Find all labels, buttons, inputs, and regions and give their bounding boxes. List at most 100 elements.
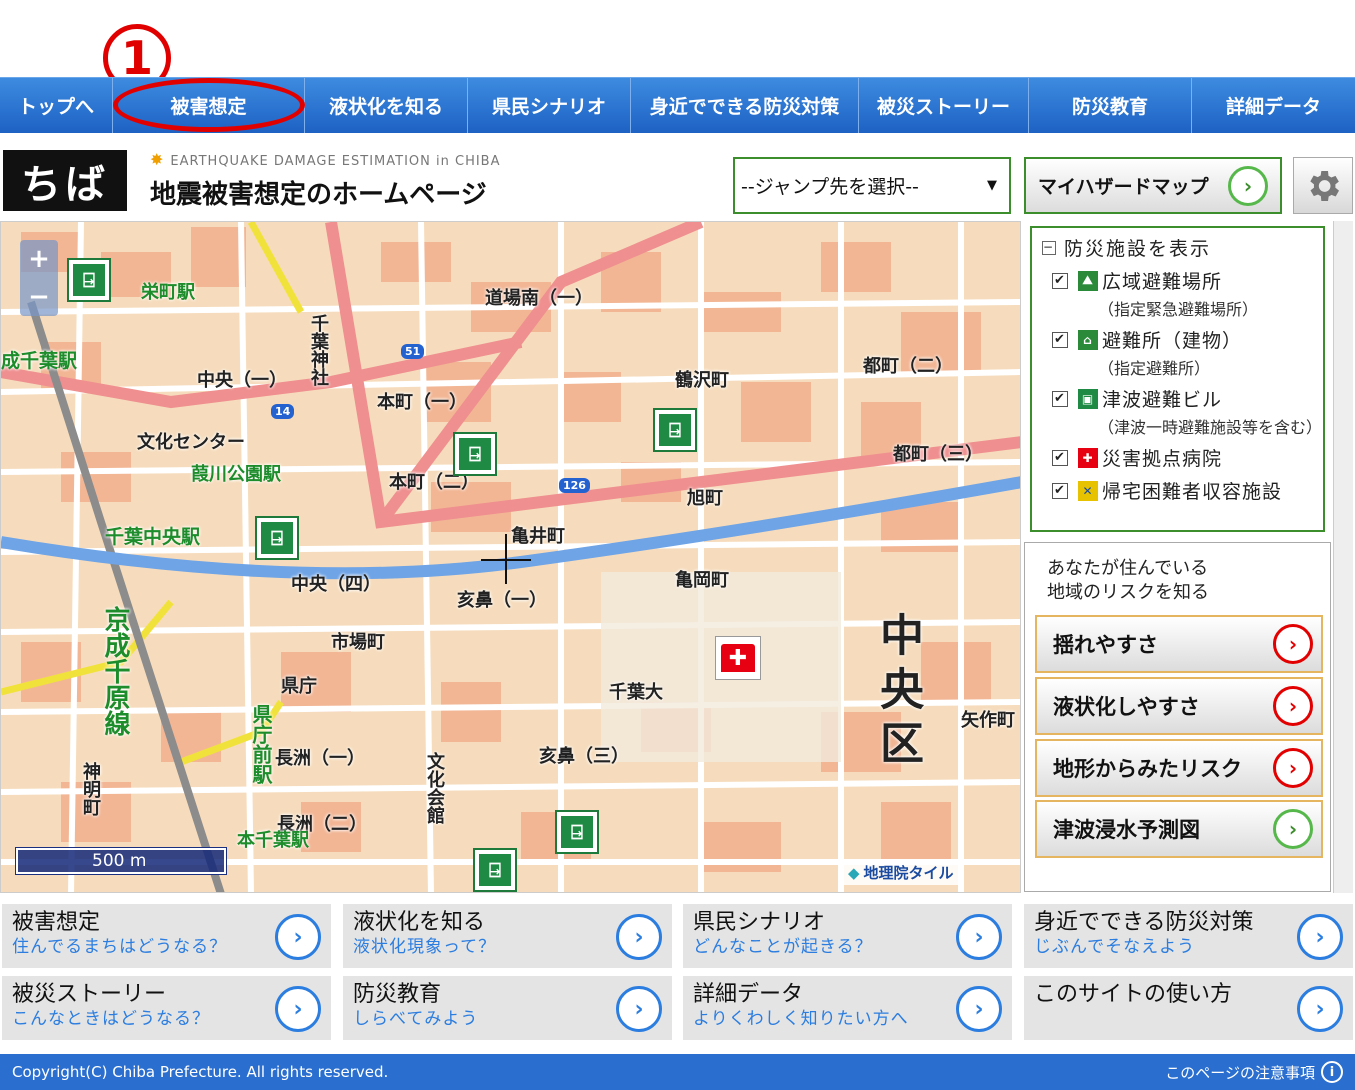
map-label: 市場町 (331, 632, 385, 653)
map-label: 県庁前駅 (249, 704, 273, 784)
facility-toggle-hospital[interactable]: ✔ ✚ 災害拠点病院 (1052, 444, 1313, 471)
tile-damage-estimation[interactable]: 被害想定 住んでるまちはどうなる？ › (2, 904, 331, 968)
jump-select[interactable]: --ジャンプ先を選択-- ▼ (733, 157, 1011, 214)
evacuation-shelter-icon[interactable]: ⍈ (453, 432, 497, 476)
arrow-right-icon: › (1297, 986, 1343, 1032)
facility-sublabel: （指定緊急避難場所） (1098, 300, 1259, 319)
evacuation-shelter-icon[interactable]: ⍈ (255, 516, 299, 560)
checkbox-checked[interactable]: ✔ (1052, 482, 1068, 499)
facility-toggle-stranded-shelter[interactable]: ✔ ✕ 帰宅困難者収容施設 (1052, 477, 1313, 504)
copyright: Copyright(C) Chiba Prefecture. All right… (12, 1063, 389, 1081)
layers-icon: ◆ (848, 863, 860, 882)
evacuation-shelter-icon[interactable]: ⍈ (555, 810, 599, 854)
risk-button-terrain[interactable]: 地形からみたリスク › (1035, 739, 1323, 797)
map-label: 旭町 (687, 488, 723, 509)
map-label-ward: 中央区 (872, 612, 923, 774)
map-label: 成千葉駅 (1, 350, 78, 372)
map-label: 神明町 (80, 762, 101, 816)
map-label: 千葉中央駅 (105, 526, 201, 548)
map-label: 本千葉駅 (237, 830, 309, 851)
chevron-down-icon: ▼ (987, 178, 997, 193)
checkbox-checked[interactable]: ✔ (1052, 272, 1068, 289)
checkbox-checked[interactable]: ✔ (1052, 390, 1068, 407)
map-label: 文化会館 (424, 752, 445, 824)
map-label: 栄町駅 (141, 282, 195, 303)
arrow-right-icon: › (956, 986, 1002, 1032)
arrow-right-icon: › (1297, 914, 1343, 960)
facility-label: 避難所（建物） (1102, 330, 1243, 352)
tsunami-building-icon: ▣ (1078, 388, 1098, 409)
map-attribution[interactable]: ◆ 地理院タイル (842, 860, 960, 885)
facility-toggle-wide-area[interactable]: ✔ ⛰ 広域避難場所 (1052, 267, 1313, 294)
map-label: 本町（一） (377, 392, 467, 413)
facility-toggle-tsunami-building[interactable]: ✔ ▣ 津波避難ビル (1052, 385, 1313, 412)
tile-education[interactable]: 防災教育 しらべてみよう › (343, 976, 672, 1040)
map-label: 都町（二） (863, 356, 953, 377)
map-label: 亀岡町 (675, 570, 729, 591)
checkbox-checked[interactable]: ✔ (1052, 449, 1068, 466)
risk-button-liquefaction[interactable]: 液状化しやすさ › (1035, 677, 1323, 735)
nav-education[interactable]: 防災教育 (1029, 78, 1192, 133)
nav-scenario[interactable]: 県民シナリオ (468, 78, 631, 133)
arrow-right-icon: › (956, 914, 1002, 960)
panel-scrollbar[interactable] (1333, 221, 1353, 893)
tile-liquefaction[interactable]: 液状化を知る 液状化現象って？ › (343, 904, 672, 968)
site-logo[interactable]: ちば (3, 150, 127, 211)
tile-detail-data[interactable]: 詳細データ よりくわしく知りたい方へ › (683, 976, 1012, 1040)
route-badge: 51 (401, 344, 425, 359)
evacuation-shelter-icon[interactable]: ⍈ (67, 258, 111, 302)
facility-label: 津波避難ビル (1102, 389, 1223, 411)
map-label: 文化センター (137, 432, 245, 453)
nav-liquefaction[interactable]: 液状化を知る (305, 78, 468, 133)
map-label: 千葉神社 (308, 314, 329, 386)
map-view[interactable]: 栄町駅 成千葉駅 中央（一） 本町（一） 道場南（一） 鶴沢町 都町（二） 都町… (0, 221, 1021, 893)
map-label: 矢作町 (961, 710, 1015, 731)
nav-top[interactable]: トップへ (0, 78, 113, 133)
facility-panel-header[interactable]: − 防災施設を表示 (1042, 234, 1313, 261)
jump-select-value: --ジャンプ先を選択-- (741, 176, 919, 198)
nav-damage-estimation[interactable]: 被害想定 (113, 78, 305, 133)
map-label: 千葉大 (609, 682, 663, 703)
top-navigation: トップへ 被害想定 液状化を知る 県民シナリオ 身近でできる防災対策 被災ストー… (0, 77, 1355, 133)
arrow-right-icon: › (1273, 809, 1313, 849)
tile-disaster-story[interactable]: 被災ストーリー こんなときはどうなる？ › (2, 976, 331, 1040)
risk-panel: あなたが住んでいる 地域のリスクを知る 揺れやすさ › 液状化しやすさ › 地形… (1024, 542, 1331, 892)
zoom-control: + − (20, 240, 58, 316)
map-label: 中央（四） (291, 574, 381, 595)
arrow-right-icon: › (275, 986, 321, 1032)
tile-how-to-use[interactable]: このサイトの使い方 › (1024, 976, 1353, 1040)
evacuation-shelter-icon[interactable]: ⍈ (473, 848, 517, 892)
zoom-in-button[interactable]: + (20, 240, 58, 278)
settings-button[interactable] (1293, 157, 1353, 214)
nav-disaster-prevention[interactable]: 身近でできる防災対策 (631, 78, 859, 133)
collapse-icon[interactable]: − (1042, 240, 1056, 255)
map-label: 亀井町 (511, 526, 565, 547)
arrow-right-icon: › (1228, 165, 1268, 206)
info-icon: i (1321, 1061, 1343, 1083)
risk-button-tsunami[interactable]: 津波浸水予測図 › (1035, 800, 1323, 858)
page-title: 地震被害想定のホームページ (150, 180, 487, 210)
tile-disaster-prevention[interactable]: 身近でできる防災対策 じぶんでそなえよう › (1024, 904, 1353, 968)
zoom-out-button[interactable]: − (20, 278, 58, 316)
disaster-hospital-icon: ✚ (1078, 447, 1098, 468)
nav-disaster-story[interactable]: 被災ストーリー (859, 78, 1029, 133)
map-label: 鶴沢町 (675, 370, 729, 391)
arrow-right-icon: › (1273, 624, 1313, 664)
map-label: 葭川公園駅 (191, 464, 281, 485)
map-label: 長洲（一） (275, 748, 365, 769)
facility-toggle-shelter[interactable]: ✔ ⌂ 避難所（建物） (1052, 326, 1313, 353)
map-scale-bar: 500 m (15, 847, 227, 875)
hospital-icon[interactable]: ✚ (715, 636, 761, 680)
my-hazard-map-button[interactable]: マイハザードマップ › (1024, 157, 1282, 214)
page-notes-link[interactable]: このページの注意事項 i (1165, 1061, 1343, 1083)
tile-scenario[interactable]: 県民シナリオ どんなことが起きる？ › (683, 904, 1012, 968)
checkbox-checked[interactable]: ✔ (1052, 331, 1068, 348)
risk-button-label: 地形からみたリスク (1053, 757, 1242, 781)
map-background (1, 222, 1020, 892)
map-label: 亥鼻（三） (539, 746, 629, 767)
evacuation-shelter-icon[interactable]: ⍈ (653, 408, 697, 452)
risk-button-label: 液状化しやすさ (1053, 695, 1200, 719)
risk-button-shaking[interactable]: 揺れやすさ › (1035, 615, 1323, 673)
nav-detail-data[interactable]: 詳細データ (1192, 78, 1355, 133)
map-label: 中央（一） (197, 370, 287, 391)
